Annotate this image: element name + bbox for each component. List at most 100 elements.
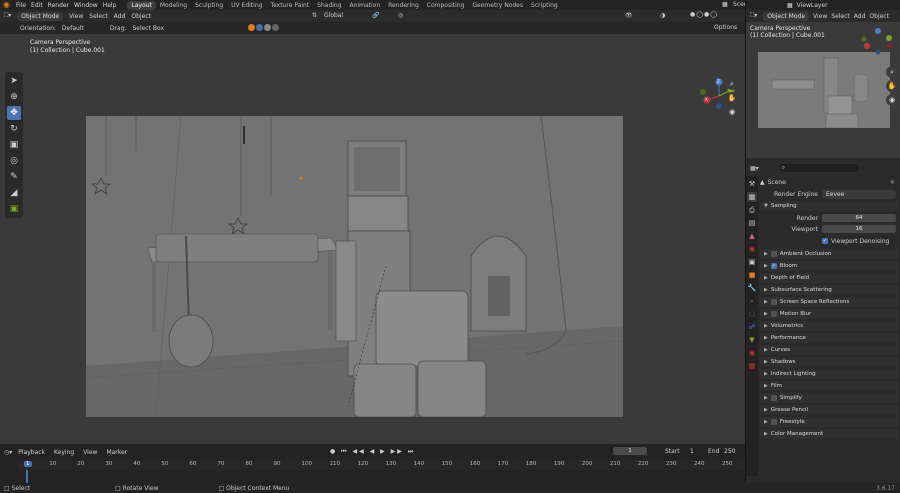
- editor-type-icon[interactable]: ⛶▾: [4, 12, 11, 20]
- rotate-tool-icon[interactable]: ↻: [7, 122, 21, 136]
- tab-animation[interactable]: Animation: [346, 1, 385, 10]
- data-tab-icon[interactable]: ▼: [747, 335, 757, 345]
- simplify-checkbox[interactable]: [770, 395, 777, 401]
- sampling-section[interactable]: ▼ Sampling: [760, 201, 899, 211]
- menu-window[interactable]: Window: [74, 2, 98, 9]
- proportional-edit-icon[interactable]: ◎: [398, 12, 403, 19]
- mini-pan-hand-icon[interactable]: ✋: [886, 80, 898, 92]
- mini-camera-icon[interactable]: ◉: [886, 94, 898, 106]
- camera-view-icon[interactable]: ◉: [726, 106, 738, 118]
- pin-icon[interactable]: ⚛: [890, 179, 895, 186]
- timeline-editor-icon[interactable]: ◷▾: [4, 449, 12, 456]
- measure-tool-icon[interactable]: ◢: [7, 186, 21, 200]
- tab-scripting[interactable]: Scripting: [527, 1, 562, 10]
- world-tab-icon[interactable]: ◉: [747, 244, 757, 254]
- render-tab-icon[interactable]: ▦: [747, 192, 757, 202]
- shading-modes[interactable]: ●◯●◯: [690, 11, 718, 18]
- section-grease-pencil[interactable]: ▶ Grease Pencil: [760, 405, 899, 415]
- snap-icon[interactable]: 🔗: [372, 12, 379, 19]
- mini-axis-gizmo[interactable]: [858, 26, 898, 60]
- constraints-tab-icon[interactable]: ☍: [747, 322, 757, 332]
- transform-tool-icon[interactable]: ◎: [7, 154, 21, 168]
- cursor-tool-icon[interactable]: ⊕: [7, 90, 21, 104]
- visibility-icon[interactable]: 👁: [625, 12, 633, 19]
- tab-shading[interactable]: Shading: [313, 1, 345, 10]
- render-samples-field[interactable]: 64: [822, 214, 896, 222]
- select-mode-swatches[interactable]: [248, 23, 280, 33]
- pan-hand-icon[interactable]: ✋: [726, 92, 738, 104]
- playback-controls[interactable]: ● ⏮ ◀◀ ◀ ▶ ▶▶ ⏭: [330, 448, 415, 456]
- section-volumetrics[interactable]: ▶ Volumetrics: [760, 321, 899, 331]
- menu-help[interactable]: Help: [103, 2, 117, 9]
- transform-orientation-icon[interactable]: ⇅: [312, 12, 317, 19]
- mini-menu-object[interactable]: Object: [869, 13, 889, 20]
- drag-dropdown[interactable]: Select Box: [132, 25, 164, 32]
- section-film[interactable]: ▶ Film: [760, 381, 899, 391]
- screen-space-reflections-checkbox[interactable]: [770, 299, 777, 305]
- start-frame-field[interactable]: 1: [690, 448, 694, 455]
- add-cube-tool-icon[interactable]: ▣: [7, 202, 21, 216]
- section-freestyle[interactable]: ▶ Freestyle: [760, 417, 899, 427]
- physics-tab-icon[interactable]: ◌: [747, 309, 757, 319]
- viewport-menu-view[interactable]: View: [69, 13, 83, 20]
- section-color-management[interactable]: ▶ Color Management: [760, 429, 899, 439]
- current-frame-field[interactable]: 1: [613, 447, 647, 455]
- section-simplify[interactable]: ▶ Simplify: [760, 393, 899, 403]
- collection-tab-icon[interactable]: ▣: [747, 257, 757, 267]
- overlay-icon[interactable]: ◑: [660, 12, 665, 19]
- viewlayer-selector[interactable]: ViewLayer: [797, 2, 828, 9]
- camera-view[interactable]: [86, 116, 623, 417]
- tab-layout[interactable]: Layout: [127, 0, 156, 10]
- tab-sculpting[interactable]: Sculpting: [191, 1, 227, 10]
- mini-menu-add[interactable]: Add: [854, 13, 866, 20]
- section-ambient-occlusion[interactable]: ▶ Ambient Occlusion: [760, 249, 899, 259]
- object-tab-icon[interactable]: ■: [747, 270, 757, 280]
- transform-orientation-dropdown[interactable]: Global: [324, 12, 343, 19]
- particles-tab-icon[interactable]: ⋆: [747, 296, 757, 306]
- timeline-menu-playback[interactable]: Playback: [18, 449, 45, 456]
- orientation-dropdown[interactable]: Default: [62, 25, 84, 32]
- section-motion-blur[interactable]: ▶ Motion Blur: [760, 309, 899, 319]
- 3d-viewport[interactable]: Camera Perspective (1) Collection | Cube…: [0, 34, 745, 444]
- timeline-menu-marker[interactable]: Marker: [106, 449, 127, 456]
- move-tool-icon[interactable]: ✥: [7, 106, 21, 120]
- playhead[interactable]: [26, 470, 28, 483]
- tool-tab-icon[interactable]: ⚒: [747, 179, 757, 189]
- bloom-checkbox[interactable]: ✓: [770, 263, 777, 269]
- texture-tab-icon[interactable]: ▦: [747, 361, 757, 371]
- render-engine-dropdown[interactable]: Eevee: [822, 189, 896, 199]
- output-tab-icon[interactable]: ⎙: [747, 205, 757, 215]
- tab-compositing[interactable]: Compositing: [423, 1, 469, 10]
- select-tool-icon[interactable]: ➤: [7, 74, 21, 88]
- menu-file[interactable]: File: [16, 2, 26, 9]
- freestyle-checkbox[interactable]: [770, 419, 777, 425]
- section-screen-space-reflections[interactable]: ▶ Screen Space Reflections: [760, 297, 899, 307]
- scale-tool-icon[interactable]: ▣: [7, 138, 21, 152]
- properties-search-input[interactable]: ⌕: [778, 164, 859, 172]
- mini-menu-view[interactable]: View: [813, 13, 827, 20]
- zoom-icon[interactable]: ⌕: [726, 78, 738, 90]
- annotate-tool-icon[interactable]: ✎: [7, 170, 21, 184]
- mini-editor-type-icon[interactable]: ⛶▾: [750, 12, 757, 20]
- tab-rendering[interactable]: Rendering: [384, 1, 423, 10]
- tab-texture-paint[interactable]: Texture Paint: [266, 1, 313, 10]
- ambient-occlusion-checkbox[interactable]: [770, 251, 777, 257]
- section-depth-of-field[interactable]: ▶ Depth of Field: [760, 273, 899, 283]
- section-shadows[interactable]: ▶ Shadows: [760, 357, 899, 367]
- mode-dropdown[interactable]: Object Mode: [17, 11, 64, 21]
- view-layer-tab-icon[interactable]: ▤: [747, 218, 757, 228]
- scene-tab-icon[interactable]: ▲: [747, 231, 757, 241]
- tab-uv-editing[interactable]: UV Editing: [227, 1, 266, 10]
- end-frame-field[interactable]: 250: [724, 448, 735, 455]
- modifier-tab-icon[interactable]: 🔧: [747, 283, 757, 293]
- viewport-menu-add[interactable]: Add: [114, 13, 126, 20]
- frame-ruler[interactable]: 1 10 20 30 40 50 60 70 80 90 100 110 120 130 140 150 160…: [18, 460, 745, 470]
- section-indirect-lighting[interactable]: ▶ Indirect Lighting: [760, 369, 899, 379]
- timeline-menu-view[interactable]: View: [83, 449, 97, 456]
- viewport-menu-object[interactable]: Object: [131, 13, 151, 20]
- options-dropdown[interactable]: Options: [714, 24, 737, 31]
- section-bloom[interactable]: ▶ ✓ Bloom: [760, 261, 899, 271]
- motion-blur-checkbox[interactable]: [770, 311, 777, 317]
- mini-zoom-icon[interactable]: ⌕: [886, 66, 898, 78]
- viewport-denoising-checkbox[interactable]: ✓: [822, 238, 828, 244]
